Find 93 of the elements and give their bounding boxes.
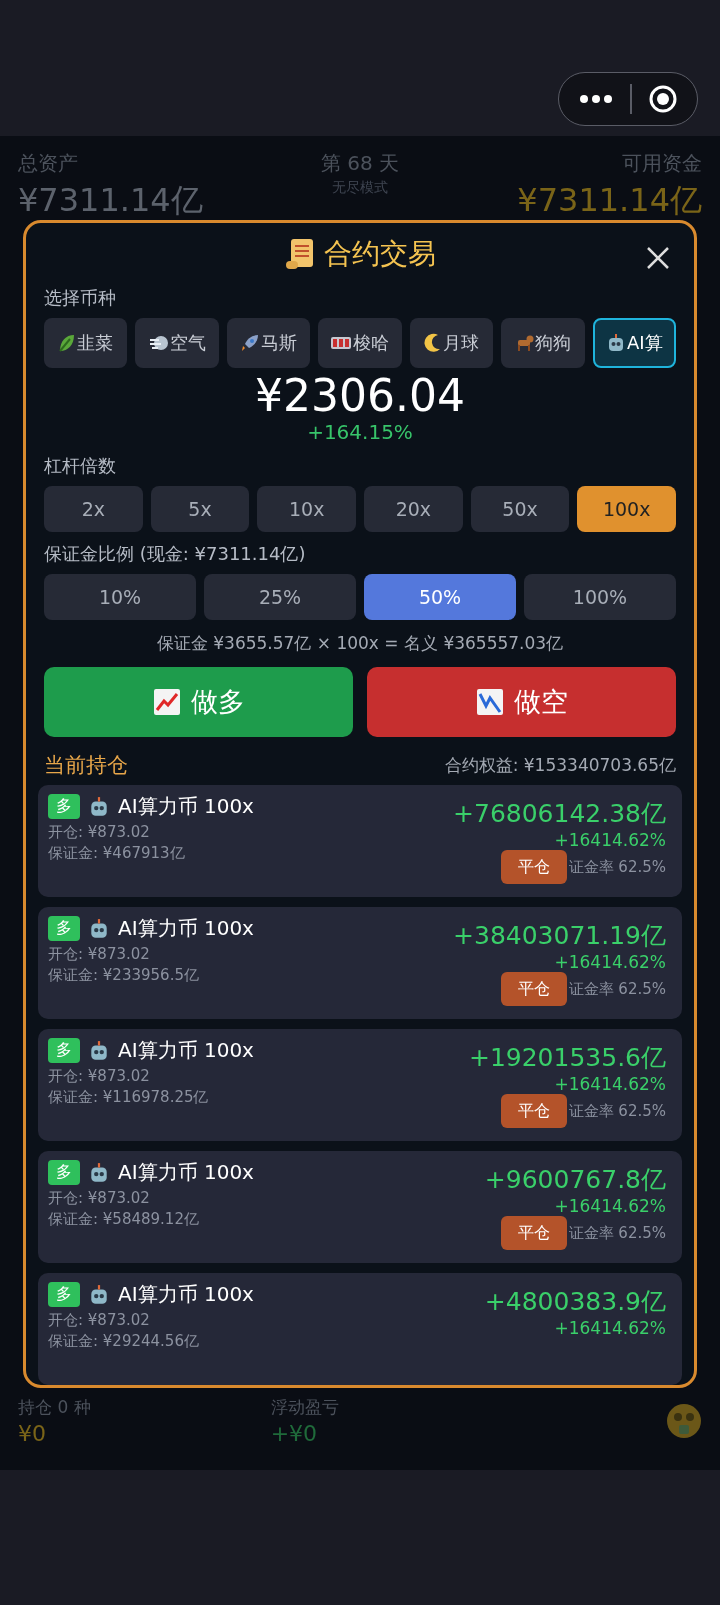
positions-title: 当前持仓 [44, 752, 128, 779]
position-name: AI算力币 100x [118, 793, 254, 820]
short-button[interactable]: 做空 [367, 667, 676, 737]
open-price: 开仓: ¥873.02 [48, 1066, 151, 1087]
position-name: AI算力币 100x [118, 1037, 254, 1064]
crescent-moon-icon [423, 332, 442, 353]
pnl-percent: +16414.62% [554, 1196, 666, 1216]
capsule-menu[interactable] [558, 72, 698, 126]
margin-ratio-label: 保证金比例 (现金: ¥7311.14亿) [44, 542, 306, 566]
close-target-icon[interactable] [648, 85, 677, 113]
margin-ratio-option[interactable]: 100% [524, 574, 676, 620]
floating-pnl-value: +¥0 [270, 1421, 319, 1446]
robot-icon [88, 795, 110, 818]
close-icon[interactable] [646, 246, 670, 270]
close-position-button[interactable]: 平仓 [500, 1216, 567, 1250]
more-icon[interactable] [579, 94, 614, 104]
open-price: 开仓: ¥873.02 [48, 822, 151, 843]
robot-icon [88, 1039, 110, 1062]
leverage-option[interactable]: 100x [577, 486, 677, 532]
margin-formula: 保证金 ¥3655.57亿 × 100x = 名义 ¥365557.03亿 [156, 632, 564, 655]
cash-label: 可用资金 [622, 150, 702, 177]
margin-rate: 证金率 62.5% [568, 1101, 666, 1121]
scroll-icon [284, 237, 316, 272]
open-price: 开仓: ¥873.02 [48, 1188, 151, 1209]
lettuce-icon [58, 332, 77, 353]
leverage-option[interactable]: 5x [150, 486, 250, 532]
margin-rate: 证金率 62.5% [568, 979, 666, 999]
position-pnl: +19201535.6亿 [468, 1042, 666, 1074]
game-mode: 无尽模式 [332, 179, 388, 197]
pnl-percent: +16414.62% [554, 830, 666, 850]
day-counter: 第 68 天 [320, 150, 400, 177]
close-position-button[interactable]: 平仓 [500, 972, 567, 1006]
close-position-button[interactable]: 平仓 [500, 1094, 567, 1128]
floating-pnl-label: 浮动盈亏 [270, 1396, 339, 1419]
margin-rate: 证金率 62.5% [568, 1223, 666, 1243]
coin-label: 选择币种 [44, 285, 116, 310]
coin-tab[interactable]: 空气 [135, 317, 219, 368]
margin-ratio-option[interactable]: 10% [44, 574, 196, 620]
open-price: 开仓: ¥873.02 [48, 1310, 151, 1331]
dialog-title: 合约交易 [324, 236, 436, 273]
pnl-percent: +16414.62% [554, 1074, 666, 1094]
holdings-label: 持仓 0 种 [18, 1396, 91, 1419]
chart-down-icon [475, 688, 504, 716]
contract-equity: 合约权益: ¥153340703.65亿 [444, 753, 676, 777]
leverage-option[interactable]: 10x [257, 486, 356, 532]
pnl-percent: +16414.62% [554, 1318, 666, 1338]
slot-machine-icon [330, 334, 353, 351]
cash-value: ¥7311.14亿 [517, 180, 702, 221]
holdings-value: ¥0 [18, 1421, 47, 1446]
position-pnl: +4800383.9亿 [484, 1286, 666, 1318]
position-margin: 保证金: ¥58489.12亿 [48, 1209, 200, 1230]
pnl-percent: +16414.62% [554, 952, 666, 972]
price-change: +164.15% [307, 420, 413, 444]
long-badge: 多 [48, 1160, 80, 1185]
coin-tab[interactable]: 月球 [409, 317, 494, 368]
open-price: 开仓: ¥873.02 [48, 944, 151, 965]
leverage-option[interactable]: 50x [470, 486, 570, 532]
coin-tab[interactable]: AI算 [592, 317, 676, 368]
position-name: AI算力币 100x [118, 1281, 254, 1308]
total-assets-value: ¥7311.14亿 [18, 180, 203, 221]
long-badge: 多 [48, 794, 80, 819]
leverage-option[interactable]: 20x [364, 486, 463, 532]
coin-tab[interactable]: 狗狗 [501, 317, 585, 368]
margin-ratio-option[interactable]: 25% [204, 574, 356, 620]
wind-icon [148, 333, 169, 352]
margin-rate: 证金率 62.5% [568, 857, 666, 877]
position-pnl: +38403071.19亿 [453, 920, 666, 952]
position-name: AI算力币 100x [118, 915, 254, 942]
position-name: AI算力币 100x [118, 1159, 254, 1186]
leverage-label: 杠杆倍数 [44, 454, 116, 478]
total-assets-label: 总资产 [18, 150, 79, 177]
chart-up-icon [152, 688, 181, 716]
coin-tab[interactable]: 韭菜 [44, 317, 128, 368]
coin-tab[interactable]: 梭哈 [318, 317, 402, 368]
long-button[interactable]: 做多 [44, 667, 353, 737]
position-pnl: +76806142.38亿 [453, 798, 666, 830]
robot-icon [88, 1161, 110, 1184]
close-position-button[interactable]: 平仓 [500, 850, 567, 884]
rocket-icon [240, 332, 261, 353]
coin-price: ¥2306.04 [255, 371, 465, 420]
position-margin: 保证金: ¥467913亿 [48, 843, 186, 864]
long-badge: 多 [48, 1282, 80, 1307]
robot-icon [88, 917, 110, 940]
coin-tab[interactable]: 马斯 [226, 317, 311, 368]
long-badge: 多 [48, 1038, 80, 1063]
long-badge: 多 [48, 916, 80, 941]
position-margin: 保证金: ¥233956.5亿 [48, 965, 200, 986]
robot-icon [88, 1283, 110, 1306]
margin-ratio-option[interactable]: 50% [364, 574, 516, 620]
position-margin: 保证金: ¥29244.56亿 [48, 1331, 200, 1352]
leverage-option[interactable]: 2x [44, 486, 143, 532]
position-pnl: +9600767.8亿 [484, 1164, 666, 1196]
position-margin: 保证金: ¥116978.25亿 [48, 1087, 210, 1108]
